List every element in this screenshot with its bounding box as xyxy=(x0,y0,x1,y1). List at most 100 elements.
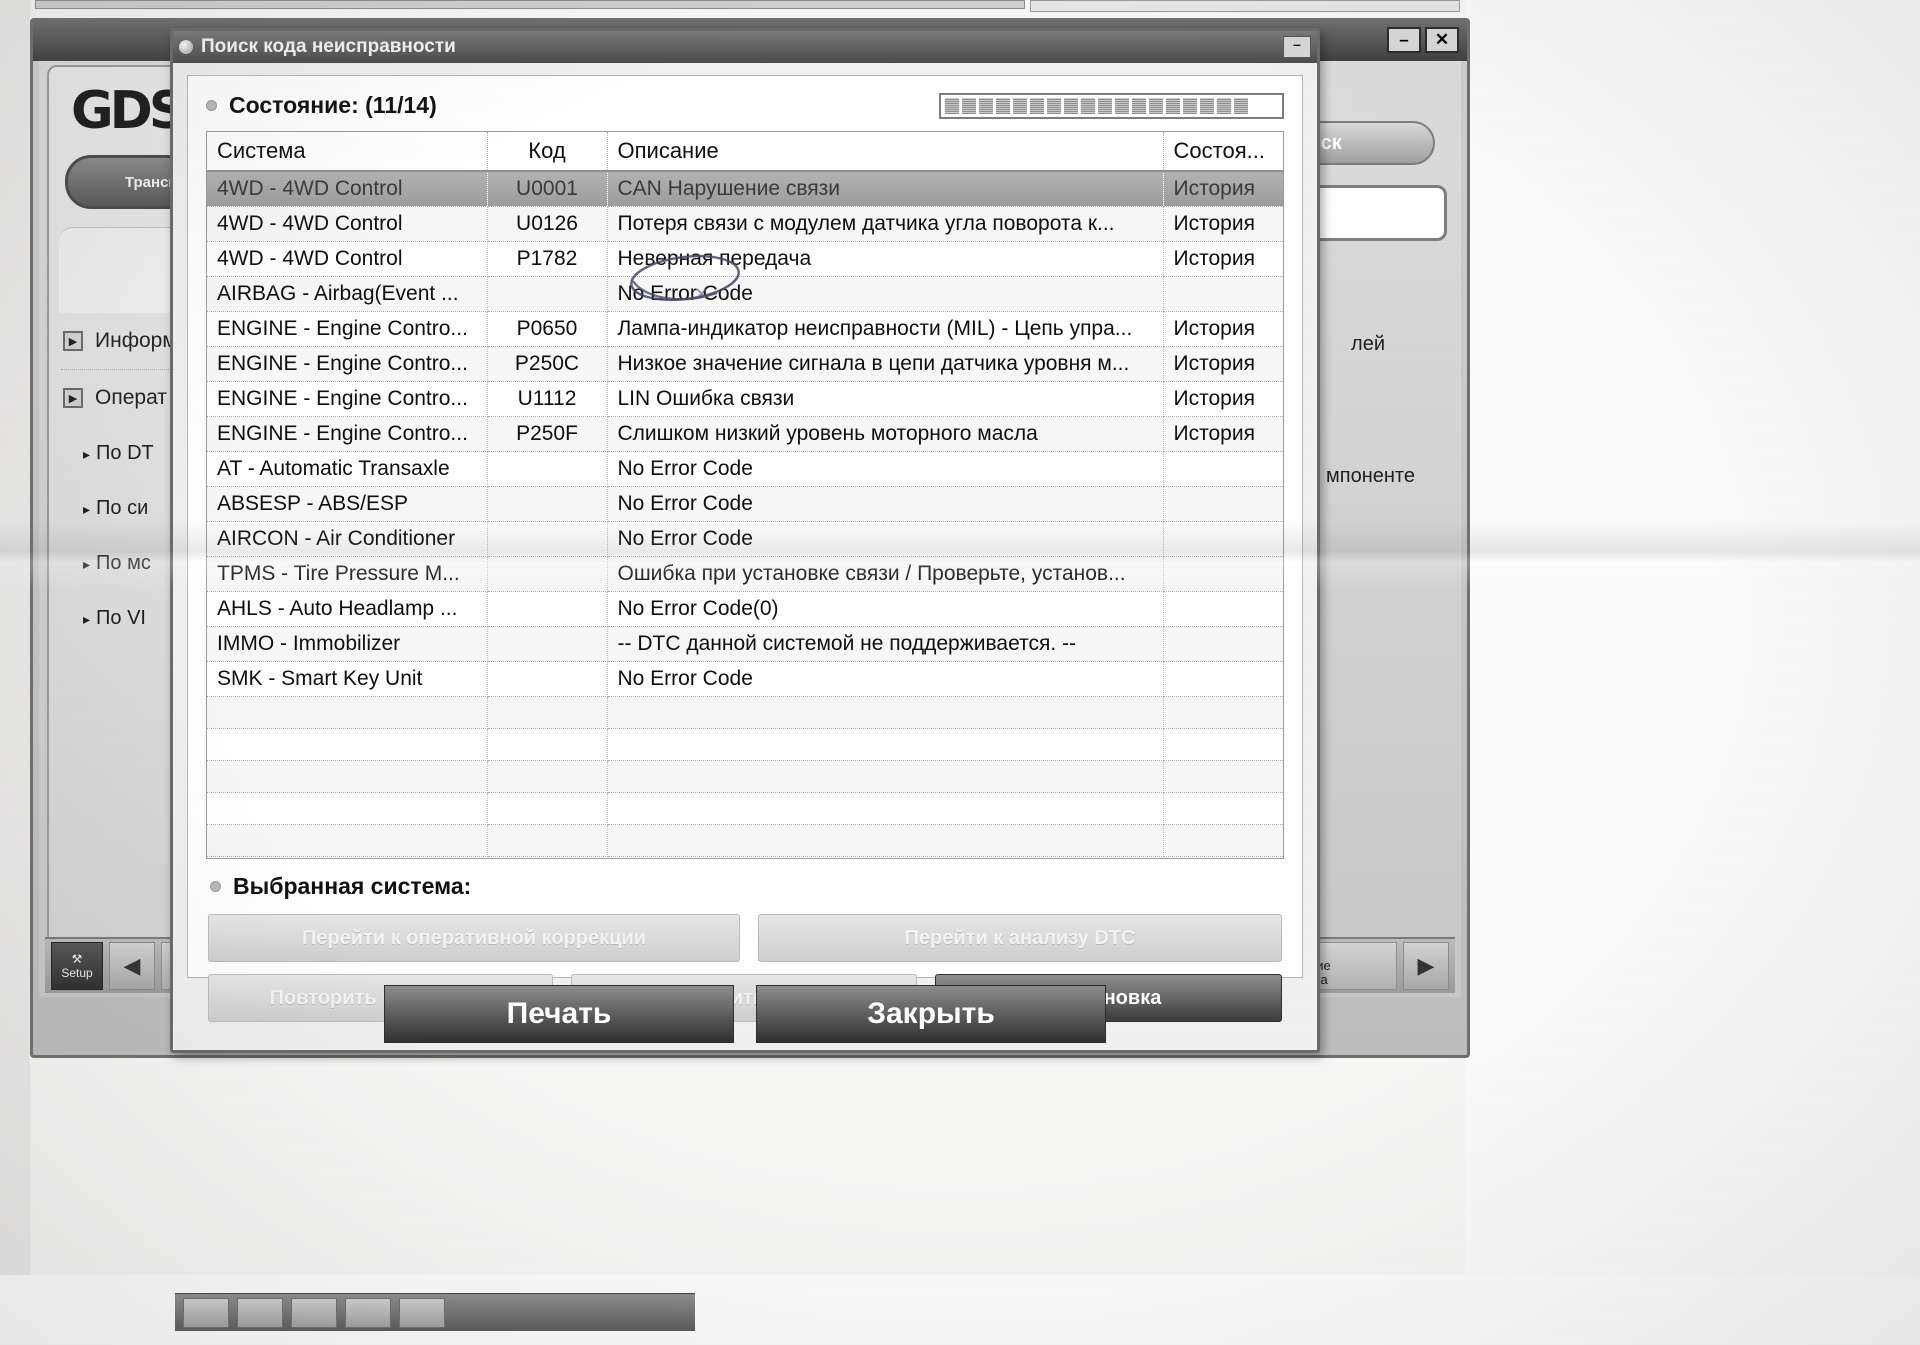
cell-code xyxy=(487,825,607,857)
cell-code: P250C xyxy=(487,347,607,382)
table-row[interactable]: AT - Automatic TransaxleNo Error Code xyxy=(207,452,1283,487)
cell-system: ENGINE - Engine Contro... xyxy=(207,417,487,452)
selected-system-row: Выбранная система: xyxy=(210,873,1302,900)
progress-cell xyxy=(1013,98,1027,114)
cell-description xyxy=(607,761,1163,793)
dtc-table: Система Код Описание Состоя... 4WD - 4WD… xyxy=(207,132,1283,857)
cell-system: 4WD - 4WD Control xyxy=(207,171,487,207)
goto-dtc-analysis-button[interactable]: Перейти к анализу DTC xyxy=(758,914,1282,962)
table-row[interactable]: ABSESP - ABS/ESPNo Error Code xyxy=(207,487,1283,522)
table-row[interactable]: 4WD - 4WD ControlP1782Неверная передачаИ… xyxy=(207,242,1283,277)
progress-cell xyxy=(1183,98,1197,114)
table-row[interactable] xyxy=(207,761,1283,793)
taskbar-icon-4[interactable] xyxy=(345,1298,391,1328)
cell-description: Лампа-индикатор неисправности (MIL) - Це… xyxy=(607,312,1163,347)
print-button[interactable]: Печать xyxy=(384,985,734,1043)
table-row[interactable] xyxy=(207,825,1283,857)
cell-system: ENGINE - Engine Contro... xyxy=(207,347,487,382)
sidebar-item-label: Операт xyxy=(95,386,167,410)
progress-cell xyxy=(1149,98,1163,114)
cell-description xyxy=(607,793,1163,825)
setup-button[interactable]: ⚒ Setup xyxy=(51,942,103,990)
close-icon[interactable]: ✕ xyxy=(1425,27,1459,53)
cell-system: ENGINE - Engine Contro... xyxy=(207,312,487,347)
table-row[interactable]: ENGINE - Engine Contro...P250CНизкое зна… xyxy=(207,347,1283,382)
table-row[interactable] xyxy=(207,793,1283,825)
progress-cell xyxy=(1200,98,1214,114)
progress-cell xyxy=(1132,98,1146,114)
cell-description: CAN Нарушение связи xyxy=(607,171,1163,207)
dialog-title: Поиск кода неисправности xyxy=(201,36,1275,58)
table-row[interactable]: AIRBAG - Airbag(Event ...No Error Code xyxy=(207,277,1283,312)
dialog-footer: Печать Закрыть xyxy=(173,978,1317,1050)
cell-system xyxy=(207,697,487,729)
status-bullet-icon xyxy=(206,100,217,111)
cell-system xyxy=(207,825,487,857)
dtc-table-container[interactable]: Система Код Описание Состоя... 4WD - 4WD… xyxy=(206,131,1284,859)
selected-bullet-icon xyxy=(210,881,221,892)
table-row[interactable]: AHLS - Auto Headlamp ...No Error Code(0) xyxy=(207,592,1283,627)
tools-icon: ⚒ xyxy=(72,952,83,966)
table-row[interactable]: ENGINE - Engine Contro...P250FСлишком ни… xyxy=(207,417,1283,452)
table-row[interactable]: 4WD - 4WD ControlU0001CAN Нарушение связ… xyxy=(207,171,1283,207)
table-row[interactable]: IMMO - Immobilizer-- DTC данной системой… xyxy=(207,627,1283,662)
progress-cell xyxy=(1115,98,1129,114)
progress-cell xyxy=(1047,98,1061,114)
cell-state xyxy=(1163,627,1283,662)
os-taskbar[interactable] xyxy=(175,1293,695,1331)
gds-window-controls[interactable]: – ✕ xyxy=(1387,27,1459,53)
paper-margin-left xyxy=(0,0,30,1345)
progress-cell xyxy=(1081,98,1095,114)
taskbar-icon-2[interactable] xyxy=(237,1298,283,1328)
taskbar-icon-1[interactable] xyxy=(183,1298,229,1328)
dialog-body: Состояние: (11/14) Система Код Описание … xyxy=(187,75,1303,978)
progress-cell xyxy=(945,98,959,114)
table-row[interactable] xyxy=(207,729,1283,761)
cell-description: Ошибка при установке связи / Проверьте, … xyxy=(607,557,1163,592)
column-header-system[interactable]: Система xyxy=(207,132,487,171)
cell-system: SMK - Smart Key Unit xyxy=(207,662,487,697)
progress-cell xyxy=(1166,98,1180,114)
sidebar-item-label: Информ xyxy=(95,329,177,353)
table-row[interactable]: ENGINE - Engine Contro...P0650Лампа-инди… xyxy=(207,312,1283,347)
next-page-button[interactable]: ▶ xyxy=(1403,942,1449,990)
taskbar-icon-3[interactable] xyxy=(291,1298,337,1328)
cell-state xyxy=(1163,487,1283,522)
prev-page-button[interactable]: ◀ xyxy=(109,942,155,990)
cell-system: AIRCON - Air Conditioner xyxy=(207,522,487,557)
goto-operational-correction-button[interactable]: Перейти к оперативной коррекции xyxy=(208,914,740,962)
close-button[interactable]: Закрыть xyxy=(756,985,1106,1043)
cell-state xyxy=(1163,729,1283,761)
dialog-minimize-button[interactable]: – xyxy=(1283,36,1311,58)
progress-cell xyxy=(1234,98,1248,114)
cell-state: История xyxy=(1163,382,1283,417)
cell-state xyxy=(1163,522,1283,557)
cell-code xyxy=(487,697,607,729)
cell-code xyxy=(487,487,607,522)
minimize-icon[interactable]: – xyxy=(1387,27,1421,53)
taskbar-icon-5[interactable] xyxy=(399,1298,445,1328)
table-row[interactable]: AIRCON - Air ConditionerNo Error Code xyxy=(207,522,1283,557)
table-row[interactable]: TPMS - Tire Pressure M...Ошибка при уста… xyxy=(207,557,1283,592)
cell-system xyxy=(207,761,487,793)
cell-system: IMMO - Immobilizer xyxy=(207,627,487,662)
dialog-dot-icon xyxy=(179,40,193,54)
cell-description: Неверная передача xyxy=(607,242,1163,277)
table-row[interactable]: ENGINE - Engine Contro...U1112LIN Ошибка… xyxy=(207,382,1283,417)
table-row[interactable] xyxy=(207,697,1283,729)
cell-state xyxy=(1163,793,1283,825)
cell-code xyxy=(487,277,607,312)
cell-code: P1782 xyxy=(487,242,607,277)
cell-code xyxy=(487,627,607,662)
column-header-state[interactable]: Состоя... xyxy=(1163,132,1283,171)
panel-text-fragment-1: лей xyxy=(1351,333,1385,356)
cell-code xyxy=(487,557,607,592)
column-header-code[interactable]: Код xyxy=(487,132,607,171)
cell-description: Слишком низкий уровень моторного масла xyxy=(607,417,1163,452)
table-row[interactable]: 4WD - 4WD ControlU0126Потеря связи с мод… xyxy=(207,207,1283,242)
dialog-titlebar: Поиск кода неисправности – xyxy=(173,31,1317,63)
column-header-description[interactable]: Описание xyxy=(607,132,1163,171)
cell-code xyxy=(487,793,607,825)
table-row[interactable]: SMK - Smart Key UnitNo Error Code xyxy=(207,662,1283,697)
cell-state: История xyxy=(1163,207,1283,242)
